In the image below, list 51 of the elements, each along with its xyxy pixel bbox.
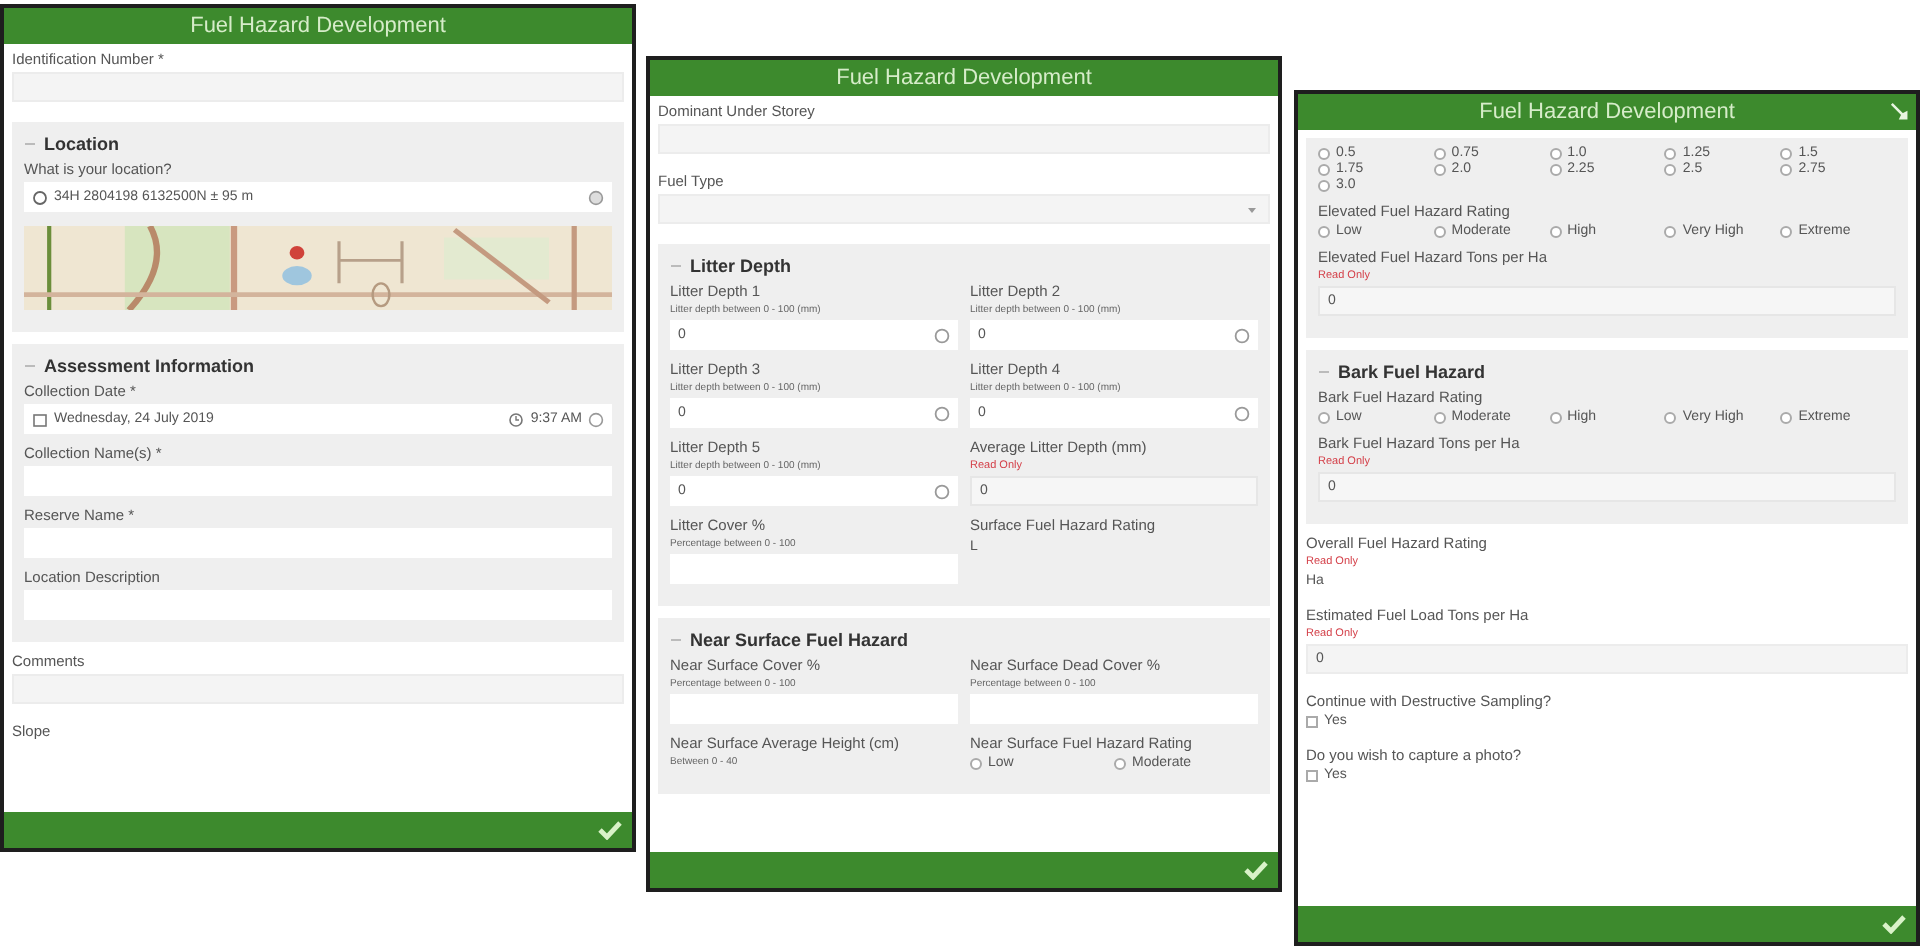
dropdown-field[interactable] xyxy=(658,194,1270,224)
clear-icon[interactable] xyxy=(1234,405,1250,421)
radio-button[interactable] xyxy=(1433,163,1446,175)
radio-button[interactable] xyxy=(1433,411,1446,423)
radio-button[interactable] xyxy=(1664,411,1677,423)
collapse-icon[interactable] xyxy=(24,138,36,150)
radio-button[interactable] xyxy=(1549,147,1562,159)
app-title: Fuel Hazard Development xyxy=(1479,100,1735,124)
radio-button[interactable] xyxy=(1780,163,1793,175)
target-icon xyxy=(32,189,48,205)
checkbox[interactable] xyxy=(1306,769,1318,781)
section-title: Near Surface Fuel Hazard xyxy=(690,630,909,650)
radio-button[interactable] xyxy=(1780,225,1793,237)
app-title: Fuel Hazard Development xyxy=(836,66,1092,90)
clear-icon[interactable] xyxy=(1234,327,1250,343)
app-title: Fuel Hazard Development xyxy=(190,14,446,38)
clock-icon xyxy=(508,411,525,427)
radio-button[interactable] xyxy=(1664,147,1677,159)
section-title: Assessment Information xyxy=(44,356,255,376)
collapse-icon[interactable] xyxy=(24,360,36,372)
check-icon[interactable] xyxy=(1882,914,1906,934)
section-title: Location xyxy=(44,134,119,154)
radio-button[interactable] xyxy=(1318,163,1330,175)
clear-icon[interactable] xyxy=(588,411,604,427)
radio-button[interactable] xyxy=(1318,225,1330,237)
clear-icon[interactable] xyxy=(934,405,950,421)
radio-button[interactable] xyxy=(1664,225,1677,237)
collapse-icon[interactable] xyxy=(670,260,682,272)
radio-button[interactable] xyxy=(1318,179,1330,191)
radio-button[interactable] xyxy=(1433,225,1446,237)
radio-button[interactable] xyxy=(1114,757,1126,769)
radio-button[interactable] xyxy=(1318,147,1330,159)
collapse-icon[interactable] xyxy=(1318,366,1330,378)
section-title: Litter Depth xyxy=(690,256,791,276)
radio-button[interactable] xyxy=(1318,411,1330,423)
collapse-icon[interactable] xyxy=(670,634,682,646)
section-title: Bark Fuel Hazard xyxy=(1338,362,1486,382)
radio-button[interactable] xyxy=(1780,411,1793,423)
check-icon[interactable] xyxy=(1244,860,1268,880)
clear-icon[interactable] xyxy=(934,483,950,499)
radio-button[interactable] xyxy=(970,757,982,769)
clear-icon[interactable] xyxy=(934,327,950,343)
radio-button[interactable] xyxy=(1780,147,1793,159)
radio-button[interactable] xyxy=(1433,147,1446,159)
radio-button[interactable] xyxy=(1549,225,1562,237)
clear-icon[interactable] xyxy=(588,189,604,205)
radio-button[interactable] xyxy=(1549,163,1562,175)
radio-button[interactable] xyxy=(1549,411,1562,423)
check-icon[interactable] xyxy=(598,820,622,840)
radio-button[interactable] xyxy=(1664,163,1677,175)
checkbox[interactable] xyxy=(1306,715,1318,727)
